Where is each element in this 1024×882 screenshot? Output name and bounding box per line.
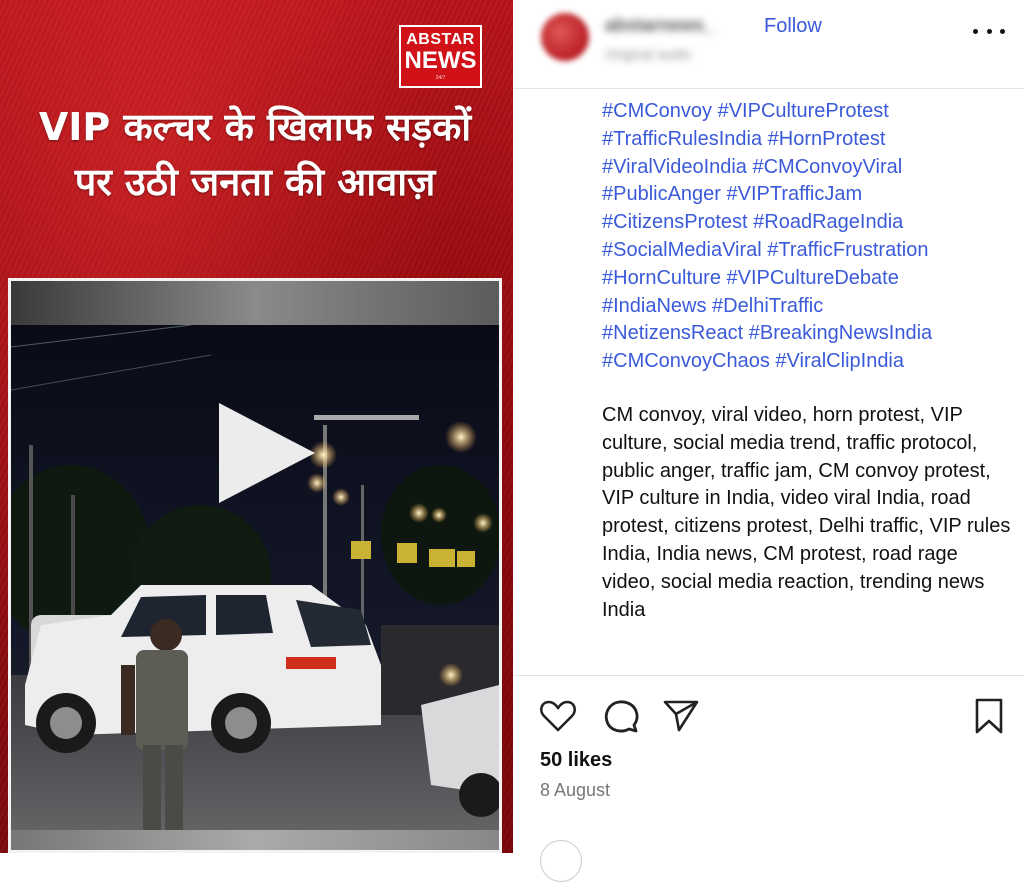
post-date: 8 August (540, 780, 611, 800)
video-player[interactable] (8, 278, 502, 853)
more-options-icon[interactable] (973, 18, 1005, 44)
logo-foot-text: 24/7 (435, 75, 446, 81)
share-icon[interactable] (661, 696, 701, 736)
caption-keywords: CM convoy, viral video, horn protest, VI… (602, 403, 1011, 621)
abstar-news-logo: ABSTAR NEWS 24/7 (399, 25, 482, 88)
video-bottom-band (11, 830, 499, 850)
post-caption: #CMConvoy #VIPCultureProtest #TrafficRul… (602, 98, 1012, 624)
action-bar (513, 696, 1024, 736)
media-headline: VIP कल्चर के खिलाफ सड़कों पर उठी जनता की… (38, 105, 472, 204)
audio-label-blurred: Original audio (605, 46, 692, 62)
video-top-band (11, 281, 499, 325)
username-blurred[interactable]: abstarnews_ (605, 15, 714, 36)
comment-avatar-peek (540, 840, 582, 882)
comment-icon[interactable] (601, 696, 641, 736)
dot (1000, 28, 1005, 34)
dot (986, 28, 992, 34)
likes-count[interactable]: 50 likes (540, 749, 612, 772)
logo-main-text: NEWS (404, 47, 477, 74)
post-panel: abstarnews_ Original audio Follow #CMCon… (513, 0, 1024, 882)
play-icon[interactable] (219, 403, 315, 503)
follow-button[interactable]: Follow (764, 15, 822, 38)
dot (973, 28, 978, 34)
divider (513, 675, 1024, 676)
bookmark-icon[interactable] (969, 696, 1009, 736)
avatar[interactable] (541, 13, 589, 61)
heart-icon[interactable] (538, 696, 578, 736)
post-media[interactable]: ABSTAR NEWS 24/7 VIP कल्चर के खिलाफ सड़क… (0, 0, 513, 853)
post-header: abstarnews_ Original audio Follow (513, 0, 1024, 89)
hashtags[interactable]: #CMConvoy #VIPCultureProtest #TrafficRul… (602, 98, 1012, 376)
